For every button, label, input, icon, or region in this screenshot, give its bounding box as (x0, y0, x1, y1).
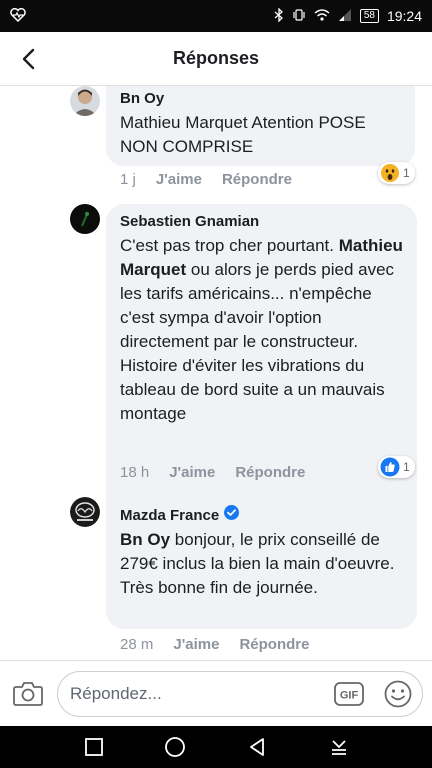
like-icon (380, 457, 400, 477)
comment-actions: 28 m J'aime Répondre (120, 636, 309, 653)
comment-text: Bn Oy bonjour, le prix conseillé de 279€… (120, 528, 403, 600)
header-bar: Réponses (0, 32, 432, 86)
health-icon (10, 7, 26, 25)
verified-badge-icon (224, 505, 240, 526)
comment-author[interactable]: Sebastien Gnamian (120, 212, 403, 232)
comment-actions: 1 j J'aime Répondre (120, 171, 292, 188)
like-button[interactable]: J'aime (173, 636, 219, 653)
notification-pull-button[interactable] (327, 735, 351, 759)
reply-composer: Répondez... GIF (0, 660, 432, 726)
mention-link[interactable]: Bn Oy (120, 530, 170, 549)
avatar[interactable] (70, 497, 100, 527)
pull-down-icon (332, 740, 346, 755)
reaction-badge[interactable]: 1 (378, 456, 415, 478)
page-title: Réponses (172, 48, 260, 68)
wifi-icon (314, 8, 330, 25)
reply-button[interactable]: Répondre (222, 171, 292, 188)
vibrate-icon (292, 8, 306, 25)
square-icon (85, 738, 103, 756)
comment-time: 18 h (120, 464, 150, 481)
clock: 19:24 (386, 8, 422, 24)
gif-button[interactable]: GIF (334, 682, 364, 706)
recents-button[interactable] (82, 735, 106, 759)
reaction-badge[interactable]: 1 (378, 162, 415, 184)
signal-icon (338, 8, 352, 25)
reply-button[interactable]: Répondre (239, 636, 309, 653)
reply-button[interactable]: Répondre (235, 464, 305, 481)
reaction-count: 1 (403, 166, 410, 180)
comment-text-rest: ou alors je perds pied avec les tarifs a… (120, 260, 395, 423)
wow-emoji-icon (381, 164, 399, 182)
comment-time: 1 j (120, 171, 136, 188)
reply-input[interactable]: Répondez... GIF (57, 671, 423, 717)
back-nav-button[interactable] (245, 735, 269, 759)
camera-button[interactable] (12, 679, 44, 709)
home-button[interactable] (163, 735, 187, 759)
comment-bubble[interactable]: Mazda France Bn Oy bonjour, le prix cons… (106, 497, 417, 629)
comment-text: Mathieu Marquet Atention POSE NON COMPRI… (120, 113, 366, 156)
emoji-button[interactable] (383, 679, 413, 709)
back-button[interactable] (12, 42, 46, 76)
like-button[interactable]: J'aime (169, 464, 215, 481)
avatar[interactable] (70, 204, 100, 234)
comment-author[interactable]: Mazda France (120, 505, 403, 526)
comment-text: C'est pas trop cher pourtant. Mathieu Ma… (120, 234, 403, 426)
back-arrow-icon (22, 48, 35, 70)
battery-indicator: 58 (359, 9, 379, 23)
avatar[interactable] (70, 86, 100, 116)
reply-input-placeholder: Répondez... (70, 684, 162, 703)
triangle-back-icon (250, 738, 264, 756)
status-bar: 58 19:24 (0, 0, 432, 32)
comment-bubble[interactable]: Bn Oy Mathieu Marquet Atention POSE NON … (106, 86, 415, 166)
gif-label: GIF (340, 690, 359, 702)
comment-time: 28 m (120, 636, 154, 653)
circle-icon (165, 737, 185, 757)
comment-actions: 18 h J'aime Répondre (120, 464, 305, 481)
system-nav-bar (0, 726, 432, 768)
camera-icon (13, 682, 43, 706)
like-button[interactable]: J'aime (156, 171, 202, 188)
comment-author[interactable]: Bn Oy (120, 89, 401, 109)
author-name[interactable]: Mazda France (120, 506, 219, 526)
reaction-count: 1 (403, 460, 410, 474)
comment-bubble[interactable]: Sebastien Gnamian C'est pas trop cher po… (106, 204, 417, 544)
replies-list[interactable]: Bn Oy Mathieu Marquet Atention POSE NON … (0, 86, 432, 660)
bluetooth-icon (274, 6, 284, 25)
smiley-icon (384, 680, 412, 708)
comment-text-start: C'est pas trop cher pourtant. (120, 236, 334, 255)
